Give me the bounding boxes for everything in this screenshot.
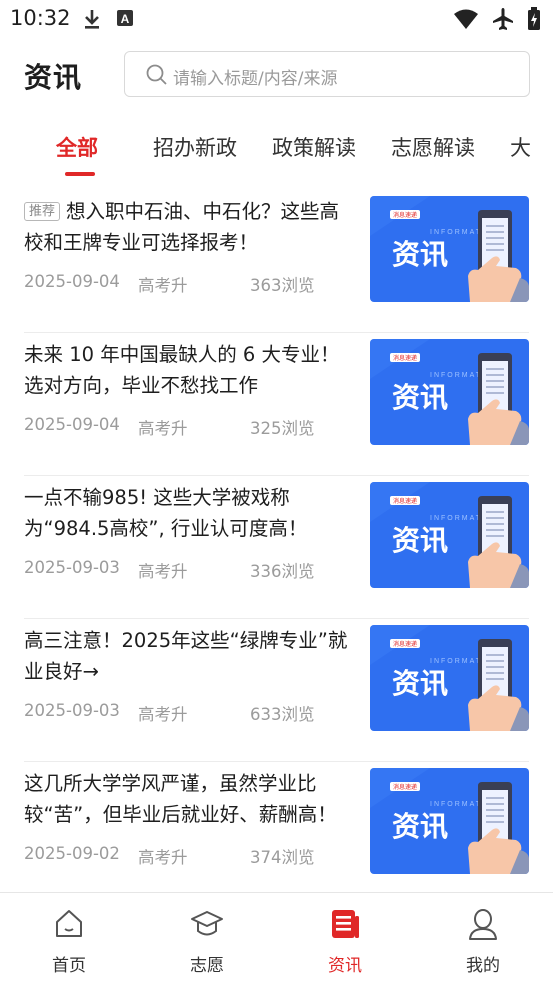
- thumbnail-graphic: 消息速递INFORMATION资讯: [370, 768, 529, 874]
- news-title[interactable]: 高三注意！2025年这些“绿牌专业”就业良好→: [24, 625, 354, 687]
- download-icon: [82, 8, 102, 34]
- news-thumbnail[interactable]: 消息速递 INFORMATION 资讯: [370, 339, 529, 445]
- thumb-text: 资讯: [392, 381, 448, 414]
- recommend-tag: 推荐: [24, 202, 61, 221]
- airplane-icon: [491, 7, 515, 35]
- news-source: 高考升: [138, 848, 188, 867]
- status-bar: 10:32 A: [0, 0, 553, 38]
- news-title-text: 想入职中石油、中石化？这些高校和王牌专业可选择报考！: [24, 200, 340, 254]
- news-thumbnail[interactable]: 消息速递 INFORMATION 资讯: [370, 768, 529, 874]
- nav-label: 我的: [466, 956, 500, 976]
- news-item[interactable]: 高三注意！2025年这些“绿牌专业”就业良好→ 2025-09-03 高考升 6…: [24, 619, 529, 762]
- news-date: 2025-09-04: [24, 415, 120, 434]
- search-icon: [145, 63, 169, 91]
- news-views: 633浏览: [250, 705, 315, 724]
- news-date: 2025-09-02: [24, 844, 120, 863]
- news-date: 2025-09-03: [24, 701, 120, 720]
- thumb-text: 资讯: [392, 524, 448, 557]
- thumb-text: 资讯: [392, 667, 448, 700]
- news-views: 374浏览: [250, 848, 315, 867]
- wifi-icon: [453, 8, 479, 34]
- thumb-badge: 消息速递: [393, 354, 417, 362]
- news-source: 高考升: [138, 276, 188, 295]
- thumb-badge: 消息速递: [393, 640, 417, 648]
- news-source: 高考升: [138, 419, 188, 438]
- nav-label: 首页: [52, 956, 86, 976]
- news-item[interactable]: 一点不输985! 这些大学被戏称为“984.5高校”, 行业认可度高！ 2025…: [24, 476, 529, 619]
- news-source: 高考升: [138, 705, 188, 724]
- news-icon: [305, 907, 385, 941]
- thumb-text: 资讯: [392, 238, 448, 271]
- news-thumbnail[interactable]: 消息速递 INFORMATION 资讯: [370, 482, 529, 588]
- thumbnail-graphic: 消息速递INFORMATION资讯: [370, 339, 529, 445]
- news-thumbnail[interactable]: 消息速递 INFORMATION 资讯: [370, 625, 529, 731]
- news-item[interactable]: 推荐 想入职中石油、中石化？这些高校和王牌专业可选择报考！ 2025-09-04 …: [24, 190, 529, 333]
- news-item[interactable]: 未来 10 年中国最缺人的 6 大专业！选对方向，毕业不愁找工作 2025-09…: [24, 333, 529, 476]
- thumbnail-graphic: 消息速递INFORMATION资讯: [370, 625, 529, 731]
- nav-volunteer[interactable]: 志愿: [167, 907, 247, 976]
- home-icon: [29, 907, 109, 941]
- nav-profile[interactable]: 我的: [443, 907, 523, 976]
- font-a-icon: A: [116, 8, 134, 34]
- thumb-badge: 消息速递: [393, 497, 417, 505]
- nav-home[interactable]: 首页: [29, 907, 109, 976]
- tab-volunteer-interpretation[interactable]: 志愿解读: [391, 132, 475, 162]
- bottom-nav: 首页 志愿 资讯 我的: [0, 892, 553, 984]
- thumb-badge: 消息速递: [393, 211, 417, 219]
- search-placeholder: 请输入标题/内容/来源: [173, 69, 338, 89]
- tab-all[interactable]: 全部: [56, 132, 98, 162]
- news-views: 325浏览: [250, 419, 315, 438]
- graduation-cap-icon: [167, 907, 247, 941]
- category-tabs: 全部 招办新政 政策解读 志愿解读 大: [0, 126, 553, 182]
- news-date: 2025-09-04: [24, 272, 120, 291]
- news-title[interactable]: 推荐 想入职中石油、中石化？这些高校和王牌专业可选择报考！: [24, 196, 354, 258]
- news-item[interactable]: 这几所大学学风严谨，虽然学业比较“苦”，但毕业后就业好、薪酬高！ 2025-09…: [24, 762, 529, 905]
- active-tab-indicator: [65, 172, 95, 176]
- nav-label: 志愿: [190, 956, 224, 976]
- battery-charging-icon: [527, 7, 541, 35]
- news-views: 363浏览: [250, 276, 315, 295]
- news-views: 336浏览: [250, 562, 315, 581]
- header: 资讯 请输入标题/内容/来源: [0, 38, 553, 110]
- nav-news[interactable]: 资讯: [305, 907, 385, 976]
- tab-more[interactable]: 大: [510, 132, 531, 162]
- tab-admission-policy[interactable]: 招办新政: [153, 132, 237, 162]
- tab-policy-interpretation[interactable]: 政策解读: [272, 132, 356, 162]
- news-title[interactable]: 一点不输985! 这些大学被戏称为“984.5高校”, 行业认可度高！: [24, 482, 354, 544]
- thumbnail-graphic: 消息速递INFORMATION资讯: [370, 196, 529, 302]
- page-title: 资讯: [24, 61, 83, 94]
- thumbnail-graphic: 消息速递INFORMATION资讯: [370, 482, 529, 588]
- thumb-text: 资讯: [392, 810, 448, 843]
- news-thumbnail[interactable]: 消息速递 INFORMATION 资讯: [370, 196, 529, 302]
- status-time: 10:32: [10, 6, 71, 30]
- news-title[interactable]: 这几所大学学风严谨，虽然学业比较“苦”，但毕业后就业好、薪酬高！: [24, 768, 354, 830]
- svg-text:A: A: [121, 12, 130, 26]
- news-date: 2025-09-03: [24, 558, 120, 577]
- news-title[interactable]: 未来 10 年中国最缺人的 6 大专业！选对方向，毕业不愁找工作: [24, 339, 354, 401]
- thumb-badge: 消息速递: [393, 783, 417, 791]
- nav-label: 资讯: [328, 956, 362, 976]
- news-source: 高考升: [138, 562, 188, 581]
- search-input[interactable]: 请输入标题/内容/来源: [124, 51, 530, 97]
- user-icon: [443, 907, 523, 941]
